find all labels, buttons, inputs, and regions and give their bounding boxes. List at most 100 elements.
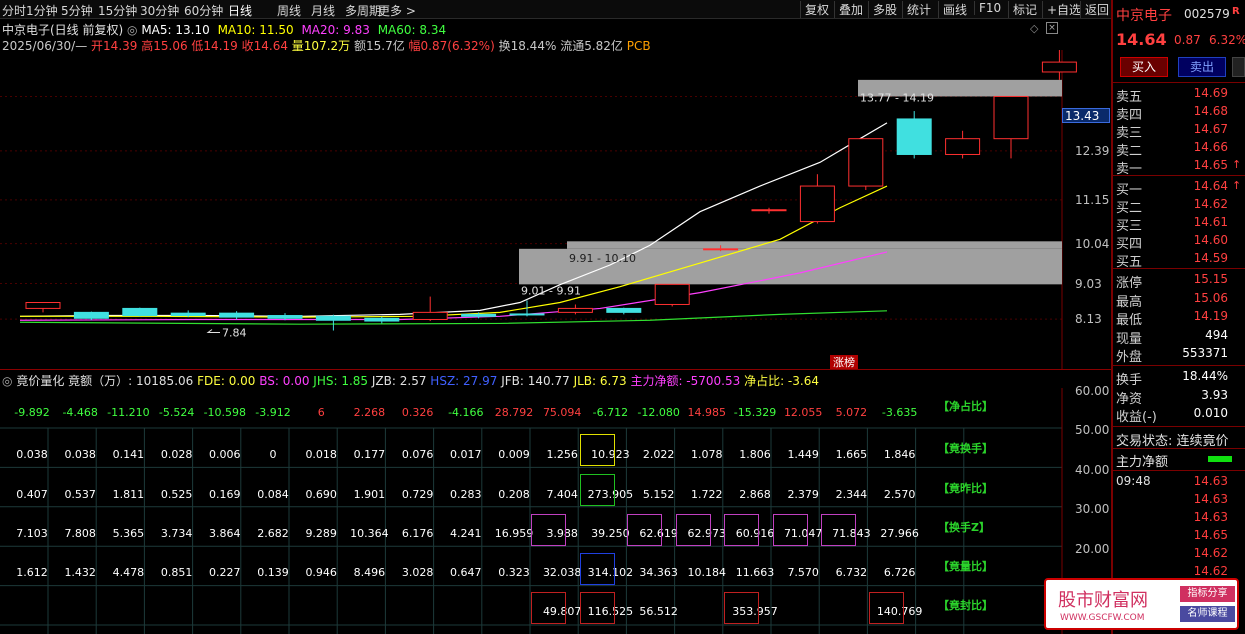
toolbar-button[interactable]: 标记 bbox=[1008, 1, 1037, 18]
indicator-cell: 2.868 bbox=[739, 488, 771, 501]
toolbar-button[interactable]: 返回 bbox=[1080, 1, 1109, 18]
indicator-row-label: 【净占比】 bbox=[938, 400, 993, 413]
candle bbox=[73, 311, 109, 319]
toolbar-button[interactable]: +自选 bbox=[1042, 1, 1081, 18]
indicator-cell: 0.227 bbox=[209, 566, 241, 579]
more-button[interactable] bbox=[1232, 57, 1245, 77]
indicator-row-label: 【竟量比】 bbox=[938, 560, 993, 573]
gap-zone-2 bbox=[567, 241, 1062, 249]
indicator-cell: 5.072 bbox=[835, 406, 868, 419]
period-tab[interactable]: 更多 > bbox=[378, 2, 416, 19]
pane-separator bbox=[0, 369, 1111, 370]
indicator-cell: 0.139 bbox=[257, 566, 289, 579]
toolbar-button[interactable]: 复权 bbox=[800, 1, 829, 18]
indicator-cell: 1.665 bbox=[835, 448, 868, 461]
period-tab[interactable]: 1分钟 bbox=[26, 2, 58, 19]
stat-label: 现量 bbox=[1116, 331, 1143, 347]
diamond-icon[interactable]: ◇ bbox=[1030, 22, 1038, 35]
ma5-label: MA5: 13.10 bbox=[141, 23, 210, 37]
tick-price: 14.63 bbox=[1193, 492, 1228, 506]
indicator-cell: 1.846 bbox=[883, 448, 916, 461]
period-tab[interactable]: 多周期 bbox=[345, 2, 381, 19]
stat-label: 换手 bbox=[1116, 373, 1143, 388]
indicator-cell: 3.864 bbox=[209, 527, 241, 540]
book-price: 14.60 bbox=[1193, 233, 1228, 247]
buy-button[interactable]: 买入 bbox=[1120, 57, 1168, 77]
price-axis-tick: 9.03 bbox=[1075, 276, 1102, 291]
sell-button[interactable]: 卖出 bbox=[1178, 57, 1226, 77]
right-panel-divider bbox=[1111, 0, 1113, 634]
indicator-cell: 0.009 bbox=[498, 448, 530, 461]
indicator-cell: 0.028 bbox=[160, 448, 193, 461]
stat-value: 0.010 bbox=[1193, 406, 1228, 420]
period-tab[interactable]: 30分钟 bbox=[140, 2, 179, 19]
candlestick-chart[interactable]: 15.06 13.77 - 14.19 9.91 - 10.10 9.01 - 9.9… bbox=[0, 50, 1111, 370]
book-label: 卖三 bbox=[1116, 126, 1143, 141]
indicator-cell: 7.808 bbox=[64, 527, 96, 540]
candle bbox=[606, 307, 642, 313]
period-tab[interactable]: 周线 bbox=[277, 2, 301, 19]
indicator-cell: 34.363 bbox=[639, 566, 678, 579]
indicator-row-label: 【换手Z】 bbox=[938, 521, 990, 534]
indicator-cell: 9.289 bbox=[305, 527, 337, 540]
indicator-cell: -3.912 bbox=[255, 406, 291, 419]
indicator-cell: 12.055 bbox=[783, 406, 823, 419]
highlight-box bbox=[627, 514, 662, 546]
toolbar-button[interactable]: 多股 bbox=[868, 1, 897, 18]
close-icon[interactable]: × bbox=[1046, 22, 1058, 34]
period-tab[interactable]: 5分钟 bbox=[61, 2, 93, 19]
ind-zljb: 主力净额: -5700.53 bbox=[630, 374, 741, 388]
indicator-row-label: 【竟昨比】 bbox=[938, 482, 993, 495]
indicator-settings-icon[interactable]: ◎ bbox=[2, 374, 12, 388]
toolbar-button[interactable]: 统计 bbox=[902, 1, 931, 18]
highlight-box bbox=[580, 592, 615, 624]
book-price: 14.59 bbox=[1193, 251, 1228, 265]
candle bbox=[170, 312, 206, 317]
period-tab[interactable]: 60分钟 bbox=[184, 2, 223, 19]
indicator-cell: -3.635 bbox=[881, 406, 918, 419]
indicator-cell: 0.326 bbox=[401, 406, 434, 419]
indicator-cell: 6 bbox=[317, 406, 325, 419]
candle bbox=[993, 95, 1029, 140]
tick-price: 14.63 bbox=[1193, 474, 1228, 488]
ind-jfb: JFB: 140.77 bbox=[501, 374, 570, 388]
book-price: 14.64 bbox=[1193, 179, 1228, 193]
ind-hsz: HSZ: 27.97 bbox=[430, 374, 498, 388]
indicator-cell: -15.329 bbox=[733, 406, 777, 419]
period-tab[interactable]: 日线 bbox=[228, 2, 252, 19]
indicator-cell: 1.432 bbox=[64, 566, 96, 579]
period-tab[interactable]: 分时 bbox=[2, 2, 26, 19]
candle bbox=[654, 283, 690, 305]
divider bbox=[1113, 268, 1245, 269]
indicator-cell: 2.682 bbox=[257, 527, 289, 540]
watermark-logo: 股市财富网 WWW.GSCFW.COM 指标分享 名师课程 bbox=[1044, 578, 1239, 630]
toolbar-button[interactable]: F10 bbox=[974, 1, 1001, 15]
candle bbox=[461, 313, 497, 317]
candle bbox=[703, 248, 739, 251]
price-annotation: 13.77 - 14.19 bbox=[860, 91, 934, 104]
price-change: 0.87 bbox=[1174, 33, 1201, 47]
highlight-box bbox=[821, 514, 856, 546]
period-tab[interactable]: 月线 bbox=[311, 2, 335, 19]
tick-price: 14.63 bbox=[1193, 510, 1228, 524]
highlight-box bbox=[724, 514, 759, 546]
indicator-cell: 0.407 bbox=[16, 488, 48, 501]
divider bbox=[1113, 175, 1245, 176]
toolbar-button[interactable]: 画线 bbox=[938, 1, 967, 18]
indicator-cell: 14.985 bbox=[687, 406, 727, 419]
book-price: 14.61 bbox=[1193, 215, 1228, 229]
indicator-cell: 2.344 bbox=[835, 488, 868, 501]
indicator-cell: 1.901 bbox=[353, 488, 386, 501]
stat-label: 最高 bbox=[1116, 294, 1143, 310]
indicator-cell: 0.690 bbox=[305, 488, 337, 501]
toolbar-button[interactable]: 叠加 bbox=[834, 1, 863, 18]
settings-icon[interactable]: ◎ bbox=[127, 23, 137, 37]
stat-value: 15.15 bbox=[1193, 272, 1228, 286]
candle bbox=[896, 118, 932, 155]
highlight-box bbox=[773, 514, 808, 546]
period-tab[interactable]: 15分钟 bbox=[98, 2, 137, 19]
ind-fde: FDE: 0.00 bbox=[197, 374, 256, 388]
highlight-box bbox=[531, 592, 566, 624]
book-label: 卖四 bbox=[1116, 108, 1143, 123]
price-change-pct: 6.32% bbox=[1209, 33, 1245, 47]
